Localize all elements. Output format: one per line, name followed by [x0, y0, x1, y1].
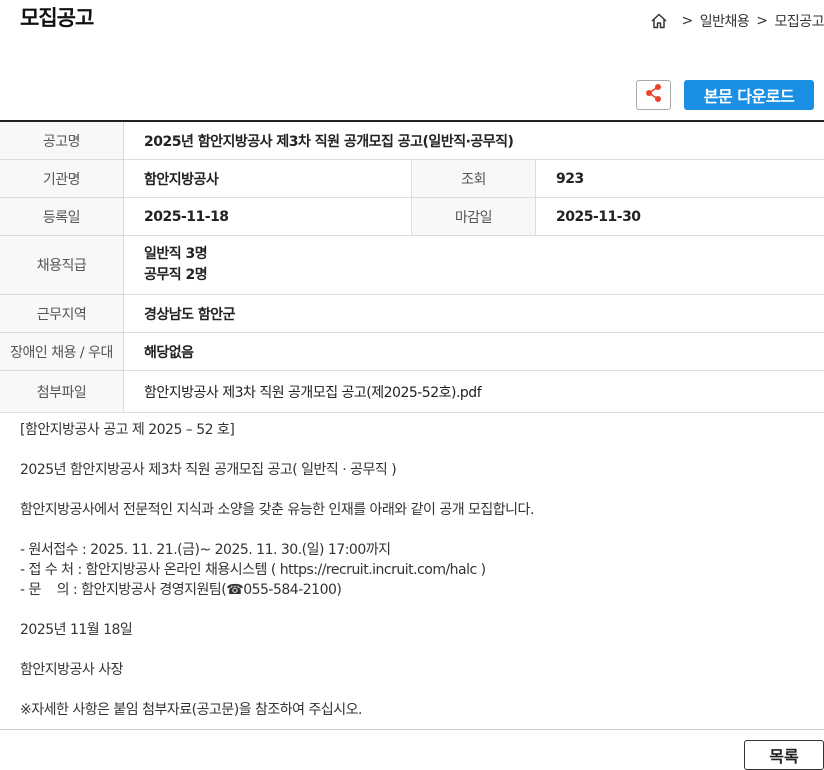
views-label: 조회 [412, 160, 536, 197]
breadcrumb: > 일반채용 > 모집공고 [650, 11, 824, 31]
body-line: [함안지방공사 공고 제 2025 – 52 호] [20, 422, 235, 438]
table-row: 공고명 2025년 함안지방공사 제3차 직원 공개모집 공고(일반직·공무직) [0, 122, 824, 160]
body-line: 함안지방공사 사장 [20, 662, 124, 678]
grade-values: 일반직 3명 공무직 2명 [124, 236, 824, 294]
attachment-link[interactable]: 함안지방공사 제3차 직원 공개모집 공고(제2025-52호).pdf [124, 371, 824, 412]
share-icon [645, 83, 663, 107]
table-row: 기관명 함안지방공사 조회 923 [0, 160, 824, 198]
breadcrumb-separator: > [756, 13, 768, 29]
disabled-label: 장애인 채용 / 우대 [0, 333, 124, 370]
title-label: 공고명 [0, 122, 124, 159]
table-row: 첨부파일 함안지방공사 제3차 직원 공개모집 공고(제2025-52호).pd… [0, 371, 824, 413]
share-button[interactable] [636, 80, 671, 110]
grade-value-general: 일반직 3명 [144, 246, 208, 262]
download-button[interactable]: 본문 다운로드 [684, 80, 814, 110]
body-line: - 원서접수 : 2025. 11. 21.(금)~ 2025. 11. 30.… [20, 542, 391, 558]
reg-date-value: 2025-11-18 [124, 198, 412, 235]
info-table: 공고명 2025년 함안지방공사 제3차 직원 공개모집 공고(일반직·공무직)… [0, 120, 824, 413]
divider [0, 729, 824, 730]
views-value: 923 [556, 170, 584, 187]
notice-body: [함안지방공사 공고 제 2025 – 52 호] 2025년 함안지방공사 제… [20, 420, 810, 720]
table-row: 등록일 2025-11-18 마감일 2025-11-30 [0, 198, 824, 236]
list-button[interactable]: 목록 [744, 740, 824, 770]
body-line: ※자세한 사항은 붙임 첨부자료(공고문)을 참조하여 주십시오. [20, 702, 362, 718]
body-line: 함안지방공사에서 전문적인 지식과 소양을 갖춘 유능한 인재를 아래와 같이 … [20, 502, 534, 518]
grade-value-public: 공무직 2명 [144, 267, 208, 283]
body-line [20, 640, 810, 660]
home-icon[interactable] [650, 12, 668, 30]
body-line: - 접 수 처 : 함안지방공사 온라인 채용시스템 ( https://rec… [20, 562, 486, 578]
deadline-label: 마감일 [412, 198, 536, 235]
breadcrumb-item-notice[interactable]: 모집공고 [774, 11, 824, 31]
table-row: 채용직급 일반직 3명 공무직 2명 [0, 236, 824, 295]
org-label: 기관명 [0, 160, 124, 197]
body-line: - 문 의 : 함안지방공사 경영지원팀(☎055-584-2100) [20, 582, 342, 598]
breadcrumb-separator: > [681, 13, 693, 29]
body-line [20, 600, 810, 620]
title-value: 2025년 함안지방공사 제3차 직원 공개모집 공고(일반직·공무직) [144, 133, 514, 150]
table-row: 근무지역 경상남도 함안군 [0, 295, 824, 333]
body-line [20, 520, 810, 540]
attach-label: 첨부파일 [0, 371, 124, 412]
body-line [20, 680, 810, 700]
region-label: 근무지역 [0, 295, 124, 332]
body-line [20, 440, 810, 460]
reg-date-label: 등록일 [0, 198, 124, 235]
disabled-value: 해당없음 [144, 344, 194, 361]
body-line: 2025년 함안지방공사 제3차 직원 공개모집 공고( 일반직 · 공무직 ) [20, 462, 397, 478]
grade-label: 채용직급 [0, 236, 124, 294]
table-row: 장애인 채용 / 우대 해당없음 [0, 333, 824, 371]
org-value: 함안지방공사 [124, 160, 412, 197]
body-line: 2025년 11월 18일 [20, 622, 133, 638]
body-line [20, 480, 810, 500]
breadcrumb-item-general-recruit[interactable]: 일반채용 [700, 11, 750, 31]
page-title: 모집공고 [20, 6, 94, 30]
deadline-value: 2025-11-30 [556, 208, 641, 225]
region-value: 경상남도 함안군 [144, 306, 236, 323]
